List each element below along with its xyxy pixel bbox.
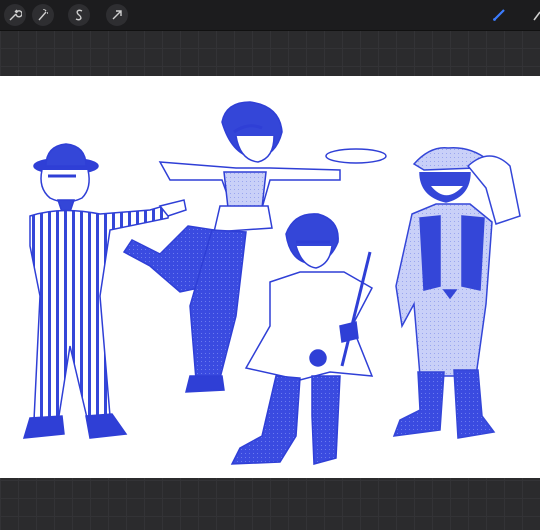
adjustments-button[interactable] — [32, 4, 54, 26]
top-toolbar — [0, 0, 540, 31]
brush-icon — [493, 9, 505, 21]
figure-cowboy — [392, 147, 521, 439]
smudge-icon — [533, 11, 540, 21]
actions-button[interactable] — [4, 4, 26, 26]
drawing-canvas[interactable] — [0, 76, 540, 478]
figure-trench-coat — [230, 213, 374, 465]
figure-striped-suit — [22, 143, 187, 439]
brush-button[interactable] — [488, 4, 510, 26]
adjustments-wand-icon — [38, 9, 48, 21]
wrench-icon — [9, 9, 22, 21]
smudge-button[interactable] — [526, 4, 540, 26]
selection-s-icon — [75, 9, 83, 21]
selection-button[interactable] — [68, 4, 90, 26]
sketch-artwork — [22, 101, 521, 465]
transform-button[interactable] — [106, 4, 128, 26]
transform-arrow-icon — [112, 10, 122, 20]
